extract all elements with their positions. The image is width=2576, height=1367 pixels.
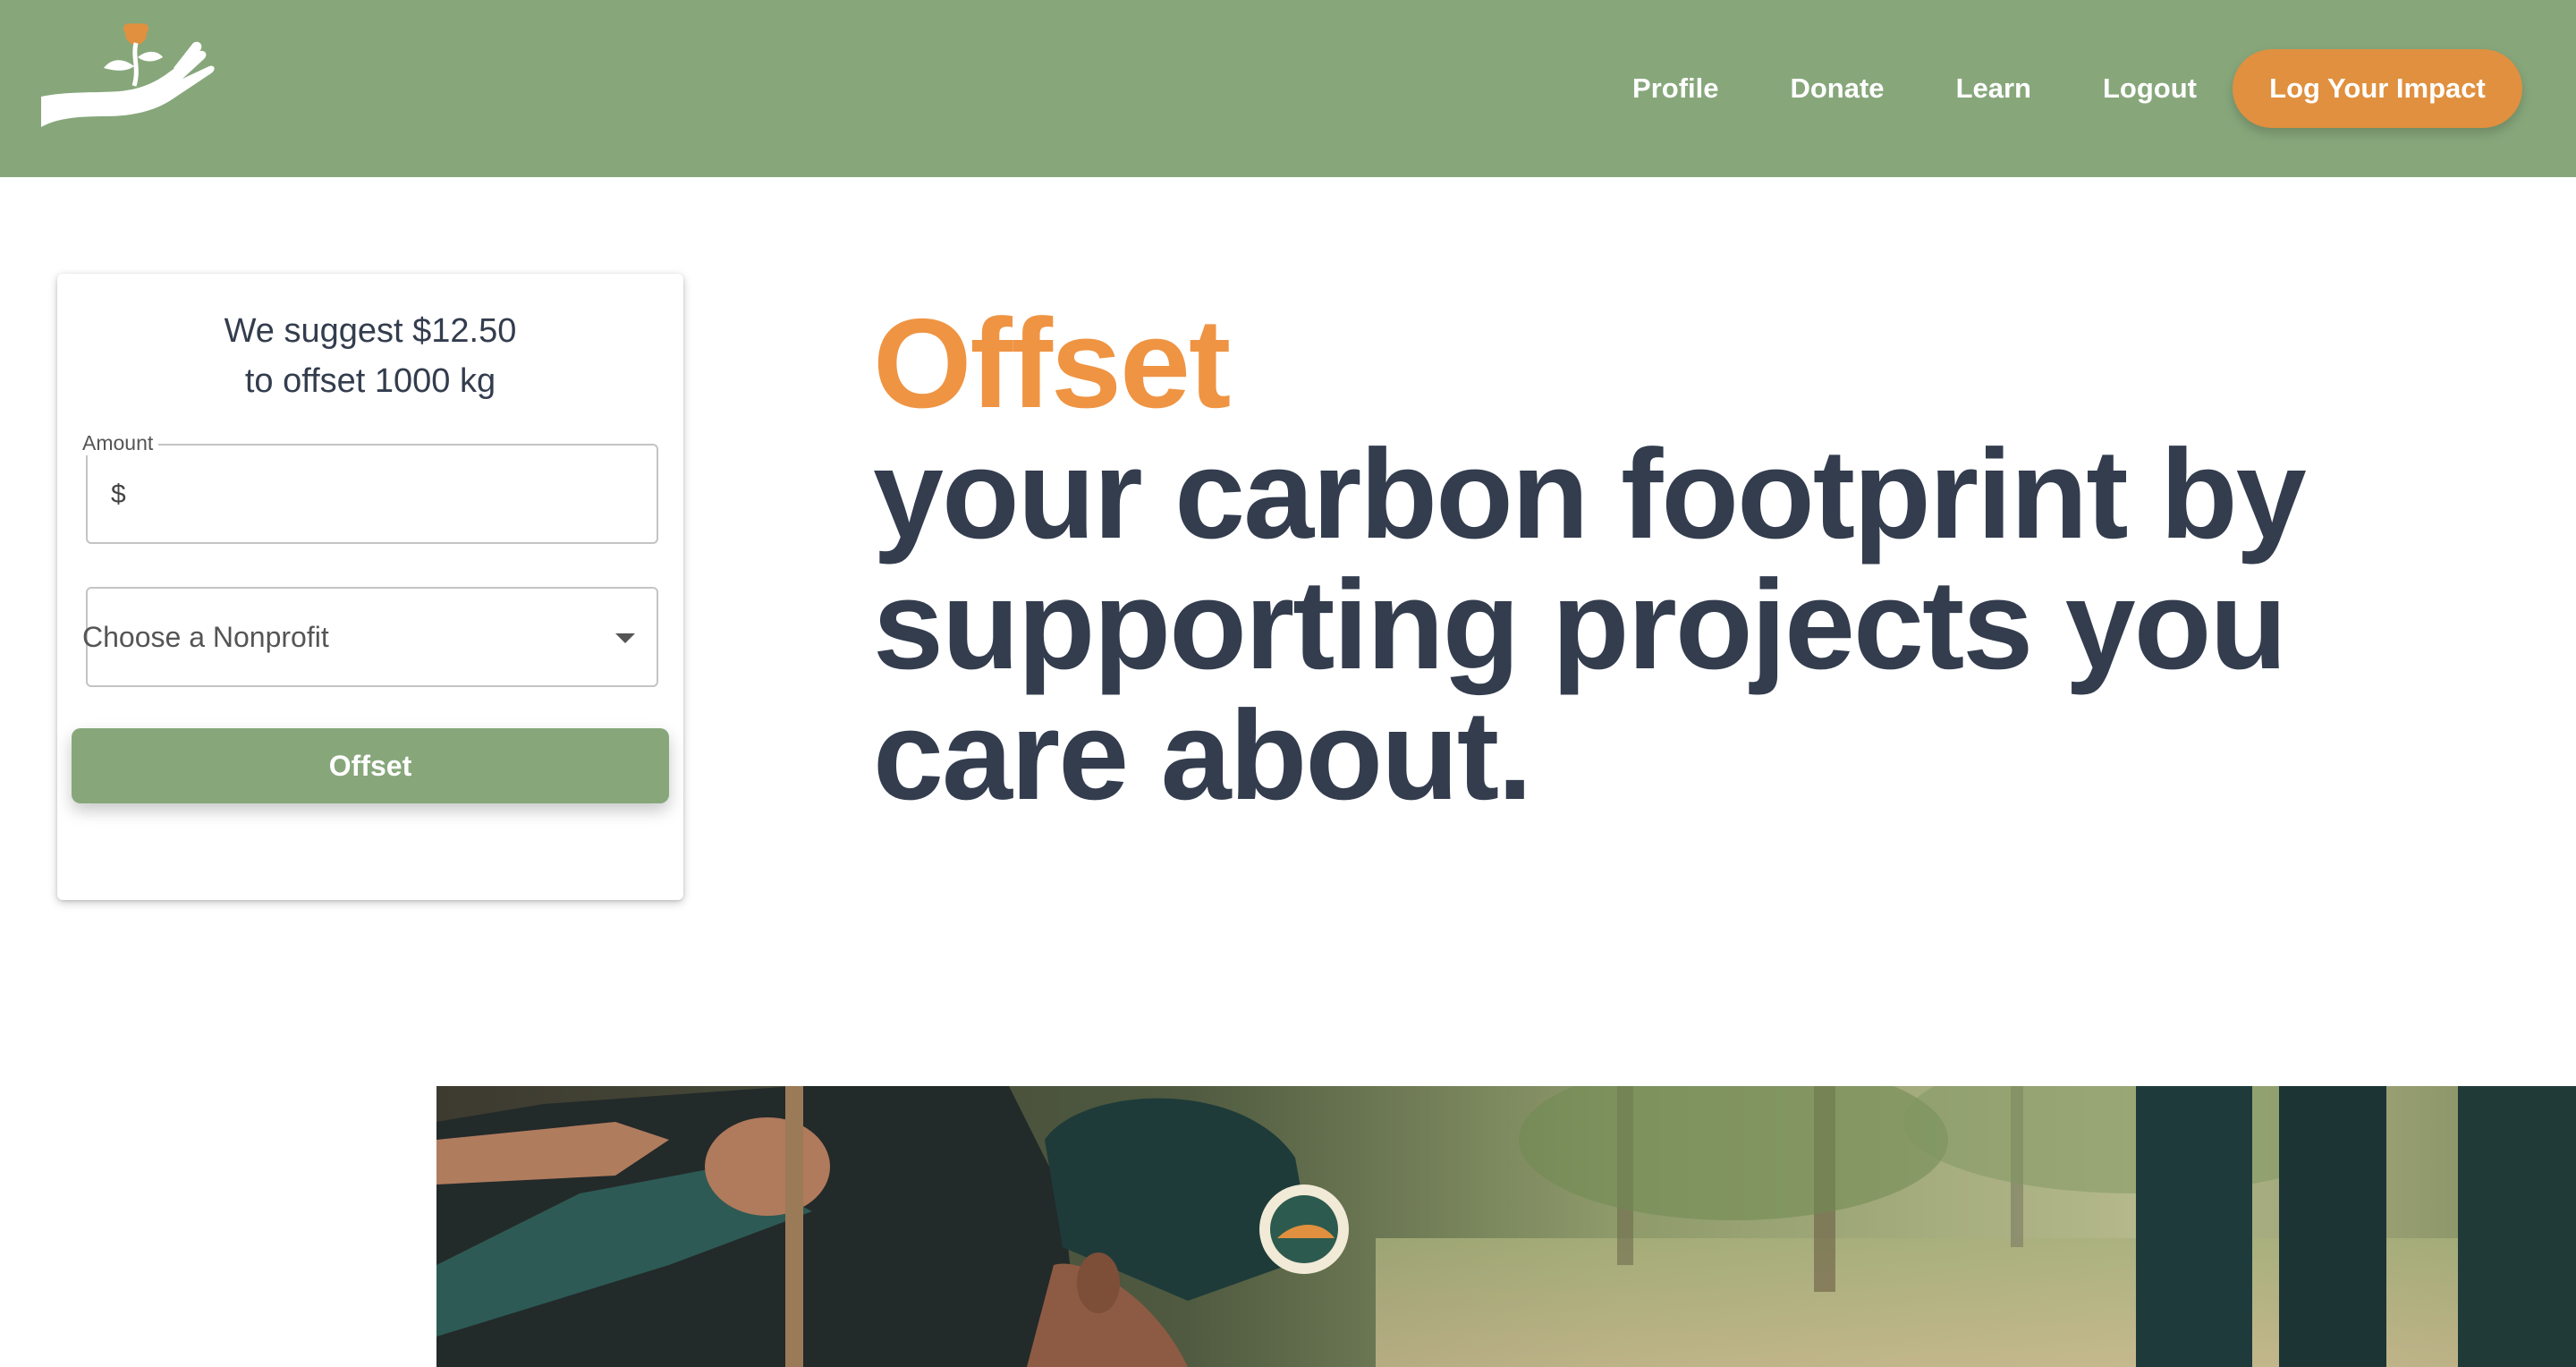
- amount-label: Amount: [82, 431, 159, 455]
- volunteers-planting-photo: [436, 1086, 2576, 1367]
- nav-profile-link[interactable]: Profile: [1632, 72, 1718, 105]
- log-your-impact-button[interactable]: Log Your Impact: [2233, 49, 2522, 128]
- field-outline-segment: [190, 444, 216, 446]
- suggestion-offset: to offset 1000 kg: [244, 362, 496, 400]
- nav-learn-link[interactable]: Learn: [1956, 72, 2031, 105]
- hero-highlight: Offset: [873, 293, 1231, 435]
- currency-symbol: $: [111, 480, 126, 509]
- nonprofit-select-placeholder: Choose a Nonprofit: [82, 621, 329, 653]
- offset-button[interactable]: Offset: [72, 728, 669, 803]
- main-nav: Profile Donate Learn Logout Log Your Imp…: [1632, 0, 2576, 177]
- amount-input[interactable]: [138, 467, 639, 522]
- hero-headline: your carbon footprint by supporting proj…: [873, 423, 2307, 827]
- photo-illustration: [436, 1086, 2576, 1367]
- amount-field[interactable]: $: [86, 444, 658, 544]
- site-header: Profile Donate Learn Logout Log Your Imp…: [0, 0, 2576, 177]
- offset-donation-card: We suggest $12.50 to offset 1000 kg $ Am…: [57, 274, 683, 900]
- nonprofit-select[interactable]: Choose a Nonprofit: [82, 587, 658, 687]
- suggestion-text: We suggest $12.50 to offset 1000 kg: [57, 306, 683, 406]
- chevron-down-icon: [615, 633, 635, 643]
- hand-holding-plant-icon[interactable]: [39, 16, 215, 134]
- nav-logout-link[interactable]: Logout: [2103, 72, 2197, 105]
- suggestion-amount: We suggest $12.50: [224, 312, 517, 350]
- nav-donate-link[interactable]: Donate: [1790, 72, 1884, 105]
